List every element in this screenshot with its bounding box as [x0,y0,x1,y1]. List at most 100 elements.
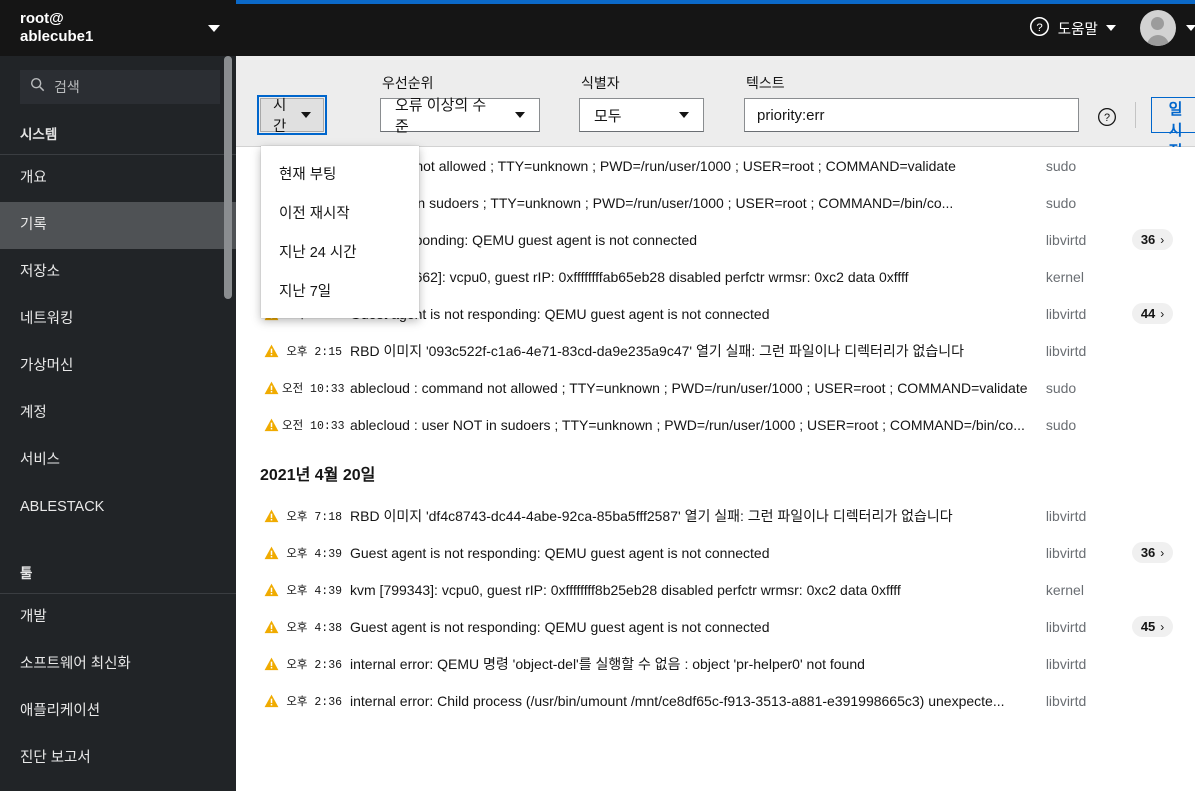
log-message: Guest agent is not responding: QEMU gues… [350,544,770,561]
sidebar-item-storage[interactable]: 저장소 [0,249,236,296]
log-count-badge[interactable]: 36 › [1131,542,1174,563]
top-header-bar: ? 도움말 [236,0,1195,56]
sidebar-item-logs[interactable]: 기록 [0,202,236,249]
log-service: kernel [1045,268,1084,285]
dropdown-item-current-boot[interactable]: 현재 부팅 [261,154,419,193]
warning-icon [260,657,282,671]
log-count-badge[interactable]: 44 › [1131,303,1174,324]
log-timestamp: 오후 4:38 [286,621,342,635]
chevron-down-icon [515,112,525,118]
log-message: internal error: Child process (/usr/bin/… [350,692,1005,709]
log-timestamp: 오후 2:15 [286,345,342,359]
search-input[interactable]: 검색 [20,70,220,104]
sidebar-body: 검색 시스템 개요 기록 저장소 네트워킹 가상머신 계정 서비스 ABLEST… [0,56,236,791]
dropdown-item-last-7-days[interactable]: 지난 7일 [261,271,419,310]
sidebar-scrollbar-thumb[interactable] [224,56,232,299]
help-menu-label: 도움말 [1057,21,1098,38]
sidebar-item-accounts[interactable]: 계정 [0,390,236,437]
dropdown-item-previous-boot[interactable]: 이전 재시작 [261,193,419,232]
log-service: sudo [1045,379,1077,396]
time-range-dropdown-menu: 현재 부팅 이전 재시작 지난 24 시간 지난 7일 [261,146,419,318]
log-row[interactable]: 오후 4:39 Guest agent is not responding: QE… [236,534,1195,571]
log-timestamp: 오후 4:39 [286,584,342,598]
log-service: libvirtd [1045,507,1087,524]
log-message: ablecloud : command not allowed ; TTY=un… [350,379,1028,396]
identifier-select[interactable]: 모두 [579,98,704,132]
help-circle-icon: ? [1029,16,1050,41]
sidebar-item-virtual-machines[interactable]: 가상머신 [0,343,236,390]
warning-icon [260,546,282,560]
log-row[interactable]: 오후 2:36 internal error: Child process (/u… [236,682,1195,719]
log-row[interactable]: 오후 4:38 Guest agent is not responding: QE… [236,608,1195,645]
time-range-button[interactable]: 시간 [257,95,327,135]
priority-select[interactable]: 오류 이상의 수준 [380,97,540,135]
log-badge-cell: 36 › [1131,542,1192,563]
identifier-label: 식별자 [581,75,620,91]
sidebar-item-networking[interactable]: 네트워킹 [0,296,236,343]
log-timestamp: 오후 2:36 [286,695,342,709]
log-service: libvirtd [1045,544,1087,561]
chevron-right-icon: › [1160,306,1165,321]
log-message: kvm [799343]: vcpu0, guest rIP: 0xffffff… [350,581,901,598]
log-row[interactable]: 오전 10:33 ablecloud : user NOT in sudoers … [236,406,1195,443]
chevron-down-icon [208,25,220,32]
log-badge-cell: 36 › [1131,229,1192,250]
sidebar-item-ablestack[interactable]: ABLESTACK [0,484,236,531]
pause-button[interactable]: 일시정지 [1151,97,1195,181]
sidebar-item-services[interactable]: 서비스 [0,437,236,484]
sidebar-item-overview[interactable]: 개요 [0,155,236,202]
log-message: ablecloud : user NOT in sudoers ; TTY=un… [350,416,1025,433]
chevron-down-icon [679,112,689,118]
help-menu[interactable]: ? 도움말 [1021,10,1124,47]
avatar [1139,10,1176,46]
warning-icon [260,620,282,634]
log-message: command not allowed ; TTY=unknown ; PWD=… [350,157,956,174]
log-row[interactable]: 오후 4:39 kvm [799343]: vcpu0, guest rIP: 0… [236,571,1195,608]
log-message: Guest agent is not responding: QEMU gues… [350,305,770,322]
sidebar-item-development[interactable]: 개발 [0,594,236,641]
log-message: RBD 이미지 'df4c8743-dc44-4abe-92ca-85ba5ff… [350,507,953,524]
user-menu[interactable] [1128,4,1195,52]
svg-text:?: ? [1036,21,1042,33]
log-count-value: 45 [1140,619,1156,634]
host-switcher[interactable]: root@ ablecube1 [0,0,236,56]
chevron-down-icon [1105,25,1116,31]
log-service: libvirtd [1045,655,1087,672]
log-service: kernel [1045,581,1084,598]
log-row[interactable]: 오후 2:15 RBD 이미지 '093c522f-c1a6-4e71-83cd-… [236,332,1195,369]
warning-icon [260,694,282,708]
chevron-right-icon: › [1160,545,1165,560]
identifier-value: 모두 [594,107,622,125]
warning-icon [260,509,282,523]
search-icon [30,77,45,97]
chevron-right-icon: › [1160,619,1165,634]
log-row[interactable]: 오전 10:33 ablecloud : command not allowed … [236,369,1195,406]
page-root: root@ ablecube1 검색 시스템 개요 기록 저장소 네트워킹 가상… [0,0,1195,791]
sidebar-item-software-updates[interactable]: 소프트웨어 최신화 [0,641,236,688]
log-row[interactable]: 오후 7:18 RBD 이미지 'df4c8743-dc44-4abe-92ca-… [236,497,1195,534]
sidebar: root@ ablecube1 검색 시스템 개요 기록 저장소 네트워킹 가상… [0,0,236,791]
log-service: libvirtd [1045,342,1087,359]
sidebar-item-applications[interactable]: 애플리케이션 [0,688,236,735]
text-filter-input[interactable] [744,98,1079,132]
filter-toolbar: 시간 우선순위 오류 이상의 수준 식별자 모두 텍스트 priority:er… [236,56,1195,318]
log-timestamp: 오후 7:18 [286,510,342,524]
log-message: kvm [1749662]: vcpu0, guest rIP: 0xfffff… [350,268,909,285]
priority-value: 오류 이상의 수준 [395,97,487,135]
priority-filter-group: 우선순위 오류 이상의 수준 [380,73,540,146]
filter-help-icon[interactable]: ? [1097,107,1117,132]
log-timestamp: 오전 10:33 [282,382,345,396]
log-timestamp: 오후 2:36 [286,658,342,672]
log-row[interactable]: 오후 2:36 internal error: QEMU 명령 'object-d… [236,645,1195,682]
identifier-filter-group: 식별자 모두 [579,73,704,146]
log-count-badge[interactable]: 36 › [1131,229,1174,250]
warning-icon [260,344,282,358]
dropdown-item-last-24-hours[interactable]: 지난 24 시간 [261,232,419,271]
log-service: sudo [1045,194,1077,211]
log-count-badge[interactable]: 45 › [1131,616,1174,637]
sidebar-scrollbar[interactable] [224,56,232,791]
log-service: libvirtd [1045,231,1087,248]
log-message: user NOT in sudoers ; TTY=unknown ; PWD=… [350,194,954,211]
sidebar-item-diagnostic-report[interactable]: 진단 보고서 [0,735,236,782]
